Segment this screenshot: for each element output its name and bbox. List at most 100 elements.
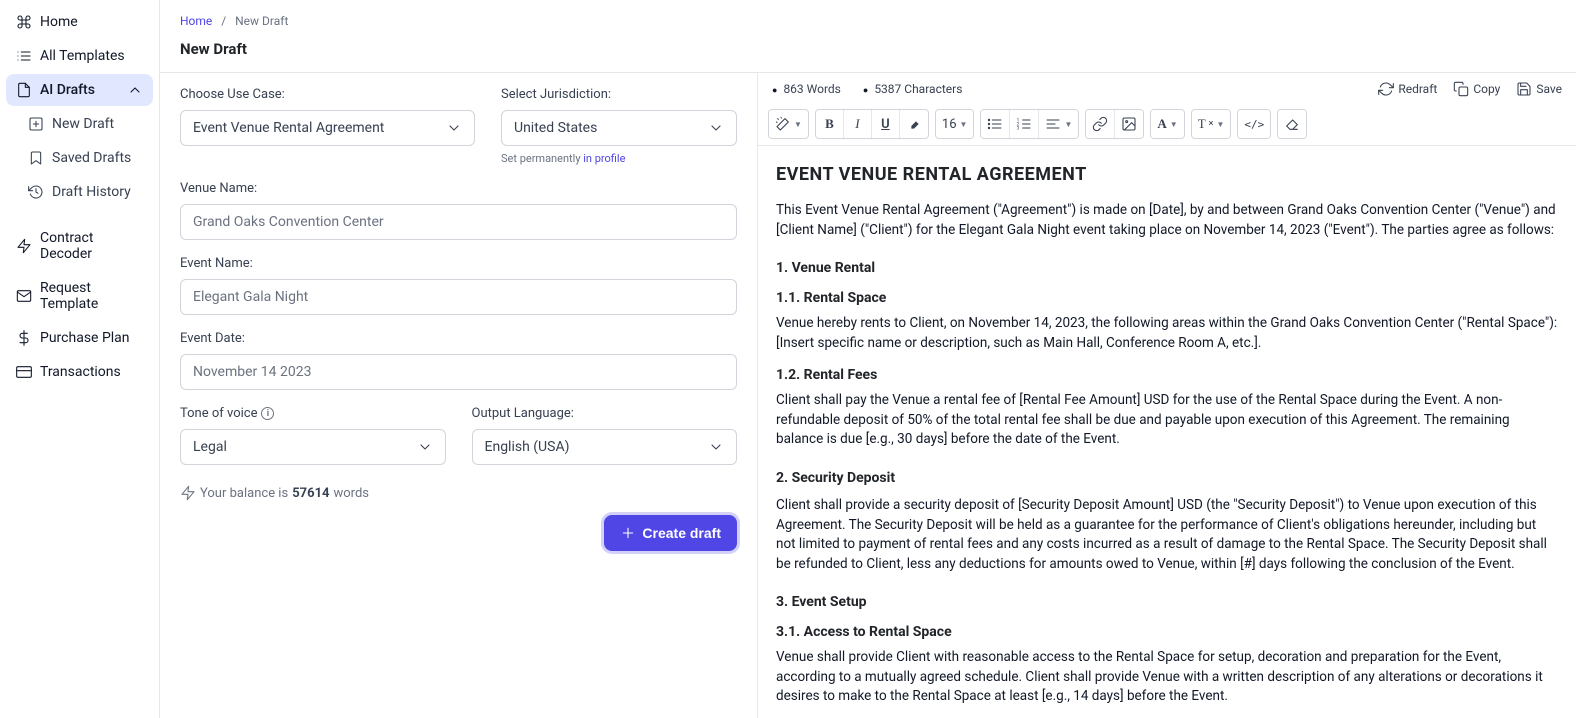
eraser-icon <box>1284 116 1300 132</box>
create-draft-button[interactable]: Create draft <box>604 515 737 551</box>
tone-label: Tone of voice i <box>180 406 446 421</box>
event-date-input[interactable]: November 14 2023 <box>180 354 737 390</box>
sidebar-item-label: All Templates <box>40 48 125 64</box>
field-venue-name: Venue Name: Grand Oaks Convention Center <box>180 181 737 240</box>
breadcrumb-sep: / <box>215 14 232 28</box>
chevron-down-icon <box>708 439 724 455</box>
plus-square-icon <box>28 116 44 132</box>
sidebar-item-label: Draft History <box>52 184 131 200</box>
bookmark-icon <box>28 150 44 166</box>
dollar-icon <box>16 330 32 346</box>
command-icon <box>16 14 32 30</box>
tb-text-color[interactable]: A▼ <box>1151 110 1183 138</box>
jurisdiction-value: United States <box>514 120 597 136</box>
link-icon <box>1092 116 1108 132</box>
doc-h-3-1: 3.1. Access to Rental Space <box>776 624 1558 640</box>
event-date-label: Event Date: <box>180 331 737 346</box>
sidebar-sub-saved-drafts[interactable]: Saved Drafts <box>6 142 153 174</box>
use-case-select[interactable]: Event Venue Rental Agreement <box>180 110 475 146</box>
breadcrumb-home[interactable]: Home <box>180 14 212 28</box>
tone-select[interactable]: Legal <box>180 429 446 465</box>
field-use-case: Choose Use Case: Event Venue Rental Agre… <box>180 87 475 165</box>
list-icon <box>16 48 32 64</box>
sidebar-item-home[interactable]: Home <box>6 6 153 38</box>
document-scroll[interactable]: EVENT VENUE RENTAL AGREEMENT This Event … <box>758 146 1576 718</box>
tb-highlight[interactable] <box>900 110 928 138</box>
doc-p-1-1: Venue hereby rents to Client, on Novembe… <box>776 314 1558 353</box>
use-case-value: Event Venue Rental Agreement <box>193 120 384 136</box>
tb-italic[interactable]: I <box>844 110 872 138</box>
document-icon <box>16 82 32 98</box>
balance-number: 57614 <box>292 486 329 501</box>
balance-text: Your balance is 57614 words <box>180 485 737 501</box>
mail-icon <box>16 288 32 304</box>
sidebar-item-transactions[interactable]: Transactions <box>6 356 153 388</box>
tb-underline[interactable]: U <box>872 110 900 138</box>
plus-icon <box>620 525 636 541</box>
sidebar-item-label: Purchase Plan <box>40 330 130 346</box>
field-event-name: Event Name: Elegant Gala Night <box>180 256 737 315</box>
event-name-input[interactable]: Elegant Gala Night <box>180 279 737 315</box>
event-name-label: Event Name: <box>180 256 737 271</box>
lang-select[interactable]: English (USA) <box>472 429 738 465</box>
char-count: 5387 Characters <box>863 82 963 96</box>
chevron-down-icon <box>446 120 462 136</box>
doc-p-2: Client shall provide a security deposit … <box>776 496 1558 574</box>
image-icon <box>1121 116 1137 132</box>
wand-icon <box>775 116 791 132</box>
doc-p-1-2: Client shall pay the Venue a rental fee … <box>776 391 1558 450</box>
sidebar-item-all-templates[interactable]: All Templates <box>6 40 153 72</box>
list-ul-icon <box>987 116 1003 132</box>
sidebar-item-label: Home <box>40 14 78 30</box>
tb-bold[interactable]: B <box>816 110 844 138</box>
jurisdiction-hint: Set permanently in profile <box>501 152 737 165</box>
copy-button[interactable]: Copy <box>1453 81 1500 97</box>
tb-align[interactable]: ▼ <box>1039 110 1078 138</box>
tb-font-size[interactable]: 16▼ <box>936 110 974 138</box>
field-tone: Tone of voice i Legal <box>180 406 446 465</box>
doc-intro: This Event Venue Rental Agreement ("Agre… <box>776 201 1558 240</box>
sidebar-sub-draft-history[interactable]: Draft History <box>6 176 153 208</box>
use-case-label: Choose Use Case: <box>180 87 475 102</box>
sidebar-item-label: Request Template <box>40 280 143 312</box>
tb-magic[interactable]: ▼ <box>769 110 808 138</box>
tb-eraser[interactable] <box>1278 110 1306 138</box>
sidebar-item-request-template[interactable]: Request Template <box>6 272 153 320</box>
page-title: New Draft <box>160 36 1576 72</box>
tone-value: Legal <box>193 439 227 455</box>
editor-pane: 863 Words 5387 Characters Redraft Copy S… <box>758 73 1576 718</box>
sidebar-sub-new-draft[interactable]: New Draft <box>6 108 153 140</box>
sidebar-item-label: Saved Drafts <box>52 150 131 166</box>
doc-title: EVENT VENUE RENTAL AGREEMENT <box>776 164 1558 185</box>
sidebar-item-purchase-plan[interactable]: Purchase Plan <box>6 322 153 354</box>
bolt-icon <box>180 485 196 501</box>
save-button[interactable]: Save <box>1516 81 1562 97</box>
field-event-date: Event Date: November 14 2023 <box>180 331 737 390</box>
list-ol-icon: 123 <box>1016 116 1032 132</box>
sidebar-item-label: Contract Decoder <box>40 230 143 262</box>
tb-code[interactable]: </> <box>1238 110 1270 138</box>
lang-value: English (USA) <box>485 439 570 455</box>
tb-image[interactable] <box>1115 110 1143 138</box>
field-lang: Output Language: English (USA) <box>472 406 738 465</box>
tb-ul[interactable] <box>981 110 1010 138</box>
jurisdiction-select[interactable]: United States <box>501 110 737 146</box>
document-body[interactable]: EVENT VENUE RENTAL AGREEMENT This Event … <box>776 164 1558 707</box>
in-profile-link[interactable]: in profile <box>583 152 625 165</box>
venue-name-input[interactable]: Grand Oaks Convention Center <box>180 204 737 240</box>
tb-ol[interactable]: 123 <box>1010 110 1039 138</box>
info-icon[interactable]: i <box>261 407 274 420</box>
tb-link[interactable] <box>1086 110 1115 138</box>
doc-h-1-2: 1.2. Rental Fees <box>776 367 1558 383</box>
chevron-down-icon <box>708 120 724 136</box>
history-icon <box>28 184 44 200</box>
tb-clear-format[interactable]: T×▼ <box>1192 110 1231 138</box>
sidebar: Home All Templates AI Drafts New Draft S… <box>0 0 160 718</box>
sidebar-item-contract-decoder[interactable]: Contract Decoder <box>6 222 153 270</box>
sidebar-item-ai-drafts[interactable]: AI Drafts <box>6 74 153 106</box>
svg-text:3: 3 <box>1017 125 1020 131</box>
doc-h-1-1: 1.1. Rental Space <box>776 290 1558 306</box>
doc-h-1: 1. Venue Rental <box>776 260 1558 276</box>
redraft-button[interactable]: Redraft <box>1378 81 1437 97</box>
breadcrumb: Home / New Draft <box>160 0 1576 36</box>
